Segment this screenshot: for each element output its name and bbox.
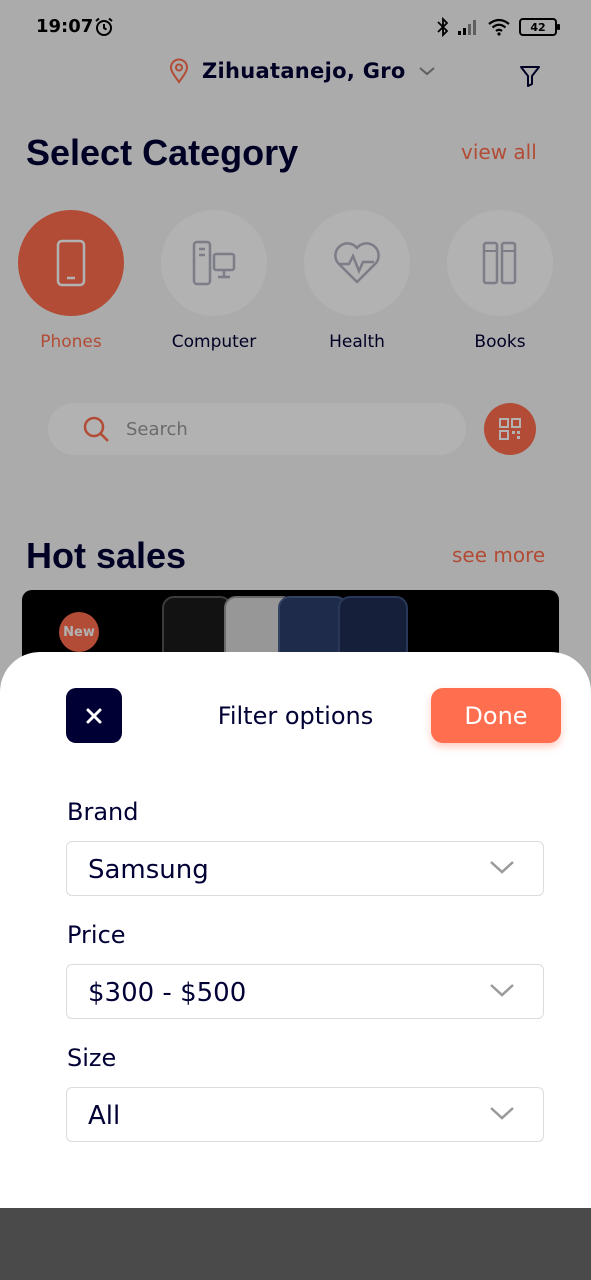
price-value: $300 - $500 <box>88 978 247 1008</box>
brand-label: Brand <box>67 798 139 826</box>
chevron-down-icon <box>490 861 514 874</box>
done-button[interactable]: Done <box>431 688 561 743</box>
price-dropdown[interactable]: $300 - $500 <box>66 964 544 1019</box>
brand-value: Samsung <box>88 855 209 885</box>
chevron-down-icon <box>490 984 514 997</box>
size-label: Size <box>67 1044 117 1072</box>
size-value: All <box>88 1101 121 1131</box>
size-dropdown[interactable]: All <box>66 1087 544 1142</box>
bottom-navigation-bar <box>0 1208 591 1280</box>
filter-sheet: Filter options Done Brand Samsung Price … <box>0 652 591 1208</box>
price-label: Price <box>67 921 126 949</box>
brand-dropdown[interactable]: Samsung <box>66 841 544 896</box>
chevron-down-icon <box>490 1107 514 1120</box>
